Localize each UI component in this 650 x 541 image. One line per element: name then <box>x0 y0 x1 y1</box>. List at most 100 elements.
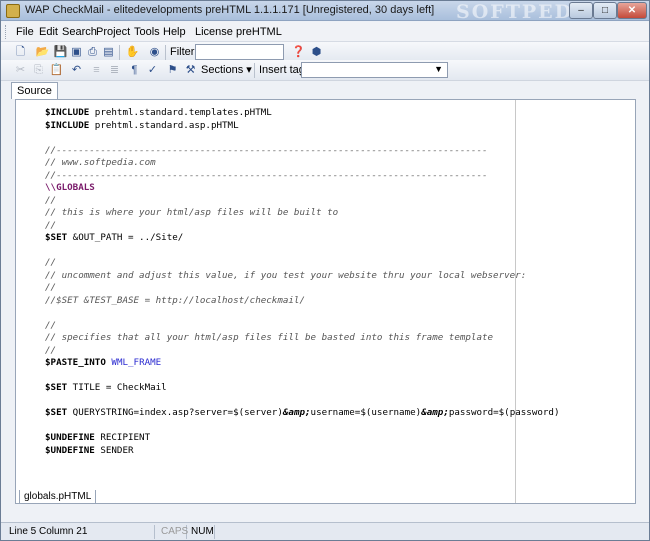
code-token: prehtml.standard.templates.pHTML <box>89 107 272 118</box>
maximize-button[interactable]: □ <box>593 2 617 19</box>
cube-icon[interactable]: ⬢ <box>309 45 324 60</box>
spellcheck-icon[interactable]: ✓ <box>145 63 160 78</box>
code-line[interactable]: $SET TITLE = CheckMail <box>45 382 635 395</box>
code-token: $UNDEFINE <box>45 432 95 443</box>
paste-icon[interactable]: 📋 <box>49 63 64 78</box>
menu-search[interactable]: Search <box>62 26 97 38</box>
code-token: $UNDEFINE <box>45 444 95 456</box>
code-line[interactable]: // www.softpedia.com <box>45 157 635 170</box>
code-token: &amp; <box>421 407 449 418</box>
undo-icon[interactable]: ↶ <box>69 63 84 78</box>
code-line[interactable] <box>45 245 635 258</box>
insert-tag-select[interactable]: ▼ <box>301 62 448 78</box>
menu-project[interactable]: Project <box>96 26 130 38</box>
save-all-icon[interactable]: ▣ <box>69 45 84 60</box>
indent-icon[interactable]: ≡ <box>89 63 104 78</box>
code-line[interactable]: $UNDEFINE SENDER <box>45 445 635 458</box>
code-line[interactable]: // specifies that all your html/asp file… <box>45 332 635 345</box>
code-line[interactable]: // uncomment and adjust this value, if y… <box>45 270 635 283</box>
code-line[interactable] <box>45 132 635 145</box>
code-token: // <box>45 282 57 293</box>
view-tab-strip: Source <box>1 81 649 99</box>
status-bar: Line 5 Column 21 CAPS NUM <box>1 522 649 540</box>
code-token: prehtml.standard.asp.pHTML <box>89 119 239 131</box>
code-line[interactable]: //--------------------------------------… <box>45 170 635 183</box>
code-line[interactable]: //--------------------------------------… <box>45 145 635 158</box>
insert-block-icon[interactable]: ⚒ <box>183 63 198 78</box>
cut-icon[interactable]: ✂ <box>13 63 28 78</box>
build-icon[interactable]: ✋ <box>125 45 140 60</box>
code-line[interactable]: // <box>45 282 635 295</box>
code-token: QUERYSTRING=index.asp?server=$(server) <box>67 407 283 418</box>
menu-license[interactable]: License preHTML <box>195 26 282 38</box>
menu-help[interactable]: Help <box>163 26 186 38</box>
code-token: $SET <box>45 232 68 243</box>
code-token: //$SET &TEST_BASE = http://localhost/che… <box>45 294 305 306</box>
close-button[interactable]: ✕ <box>617 2 647 19</box>
code-token: &OUT_PATH = ../Site/ <box>67 232 184 243</box>
sections-dropdown[interactable]: Sections ▾ <box>201 62 253 78</box>
code-token: RECIPIENT <box>94 432 151 443</box>
edit-toolbar: ✂ ⎘ 📋 ↶ ≡ ≣ ¶ ✓ ⚑ ⚒ Sections ▾ Insert ta… <box>1 60 649 81</box>
code-line[interactable]: $INCLUDE prehtml.standard.asp.pHTML <box>45 120 635 133</box>
chevron-down-icon: ▼ <box>434 64 443 74</box>
code-token: // uncomment and adjust this value, if y… <box>45 269 527 281</box>
code-line[interactable] <box>45 370 635 383</box>
code-token: SENDER <box>94 444 134 456</box>
code-line[interactable]: // <box>45 345 635 358</box>
tab-source[interactable]: Source <box>11 82 58 99</box>
document-tab-strip: globals.pHTML <box>15 490 636 505</box>
code-text[interactable]: $INCLUDE prehtml.standard.templates.pHTM… <box>45 107 635 457</box>
menu-tools[interactable]: Tools <box>134 26 160 38</box>
code-line[interactable] <box>45 395 635 408</box>
caps-indicator: CAPS <box>157 525 188 539</box>
code-line[interactable] <box>45 307 635 320</box>
preview-icon[interactable]: ▤ <box>101 45 116 60</box>
code-token: username=$(username) <box>310 407 422 418</box>
save-icon[interactable]: 💾 <box>53 45 68 60</box>
code-line[interactable] <box>45 420 635 433</box>
tab-document[interactable]: globals.pHTML <box>19 490 97 504</box>
new-file-icon[interactable]: 🗋 <box>13 45 28 60</box>
code-line[interactable]: // <box>45 220 635 233</box>
minimize-button[interactable]: – <box>569 2 593 19</box>
tag-icon[interactable]: ⚑ <box>165 63 180 78</box>
code-token: // <box>45 257 57 268</box>
code-token: $PASTE_INTO <box>45 357 106 368</box>
toolbar-separator <box>119 45 120 60</box>
code-line[interactable]: // <box>45 320 635 333</box>
menu-file[interactable]: File <box>16 26 34 38</box>
menu-edit[interactable]: Edit <box>39 26 58 38</box>
code-editor[interactable]: $INCLUDE prehtml.standard.templates.pHTM… <box>15 99 636 504</box>
browser-icon[interactable]: ◉ <box>147 45 162 60</box>
cursor-position: Line 5 Column 21 <box>5 525 155 539</box>
code-line[interactable]: //$SET &TEST_BASE = http://localhost/che… <box>45 295 635 308</box>
code-line[interactable]: \\GLOBALS <box>45 182 635 195</box>
code-line[interactable]: $UNDEFINE RECIPIENT <box>45 432 635 445</box>
help-icon[interactable]: ❓ <box>291 45 306 60</box>
filter-input[interactable] <box>195 44 284 60</box>
code-line[interactable]: $SET QUERYSTRING=index.asp?server=$(serv… <box>45 407 635 420</box>
copy-icon[interactable]: ⎘ <box>31 63 46 78</box>
window-title: WAP CheckMail - elitedevelopments preHTM… <box>25 4 435 16</box>
filter-label: Filter: <box>170 46 198 58</box>
code-line[interactable]: // <box>45 257 635 270</box>
code-line[interactable]: $PASTE_INTO WML_FRAME <box>45 357 635 370</box>
title-bar[interactable]: WAP CheckMail - elitedevelopments preHTM… <box>1 1 649 23</box>
code-line[interactable]: $INCLUDE prehtml.standard.templates.pHTM… <box>45 107 635 120</box>
print-icon[interactable]: ⎙ <box>85 45 100 60</box>
app-window: WAP CheckMail - elitedevelopments preHTM… <box>0 0 650 541</box>
toolbar-separator <box>254 63 255 78</box>
code-token: password=$(password) <box>448 407 560 418</box>
code-token: $SET <box>45 407 68 418</box>
paragraph-icon[interactable]: ¶ <box>127 63 142 78</box>
code-line[interactable]: $SET &OUT_PATH = ../Site/ <box>45 232 635 245</box>
code-token: // <box>45 194 57 206</box>
outdent-icon[interactable]: ≣ <box>107 63 122 78</box>
code-token: // <box>45 319 57 331</box>
code-token: // <box>45 219 57 231</box>
open-folder-icon[interactable]: 📂 <box>35 45 50 60</box>
code-line[interactable]: // <box>45 195 635 208</box>
code-token: WML_FRAME <box>111 357 162 368</box>
code-line[interactable]: // this is where your html/asp files wil… <box>45 207 635 220</box>
